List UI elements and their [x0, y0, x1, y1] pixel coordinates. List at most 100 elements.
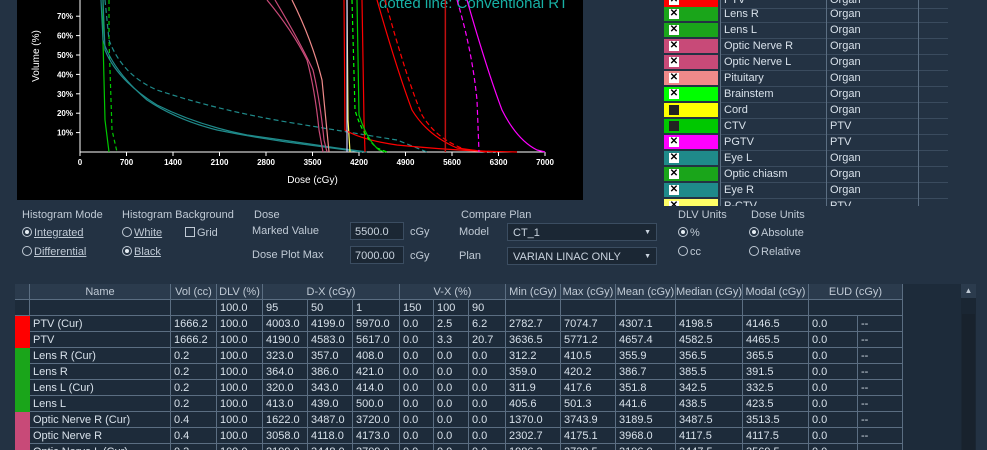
scroll-up-arrow-icon[interactable]: ▲ [961, 284, 976, 298]
structure-color-swatch[interactable] [664, 103, 718, 117]
header-dx[interactable]: D-X (cGy) [263, 284, 400, 300]
table-cell: 1370.0 [506, 412, 561, 428]
checked-checkbox-icon[interactable]: ✕ [669, 25, 679, 35]
checked-checkbox-icon[interactable]: ✕ [669, 153, 679, 163]
dose-plot-max-input[interactable]: 7000.00 [350, 246, 404, 264]
structure-row-eye-r[interactable]: ✕ Eye R Organ [660, 182, 948, 199]
table-cell: 1986.3 [506, 444, 561, 450]
header-modal[interactable]: Modal (cGy) [743, 284, 809, 300]
structure-name: CTV [720, 118, 828, 135]
structure-row-cord[interactable]: Cord Organ [660, 102, 948, 119]
marked-value-input[interactable]: 5500.0 [350, 222, 404, 240]
table-row[interactable]: Optic Nerve R (Cur) 0.4 100.0 1622.0 3487.0 3… [15, 412, 961, 428]
grid-checkbox[interactable]: Grid [185, 227, 218, 239]
checked-checkbox-icon[interactable]: ✕ [669, 201, 679, 206]
structure-color-swatch[interactable]: ✕ [664, 87, 718, 101]
checked-checkbox-icon[interactable]: ✕ [669, 0, 679, 5]
header-vx[interactable]: V-X (%) [400, 284, 506, 300]
table-cell: -- [858, 444, 903, 450]
structure-color-swatch[interactable]: ✕ [664, 151, 718, 165]
checked-checkbox-icon[interactable]: ✕ [669, 137, 679, 147]
structure-row-lens-r[interactable]: ✕ Lens R Organ [660, 6, 948, 23]
header-max[interactable]: Max (cGy) [561, 284, 616, 300]
structure-color-swatch[interactable]: ✕ [664, 39, 718, 53]
structure-color-swatch[interactable]: ✕ [664, 135, 718, 149]
structure-row-brainstem[interactable]: ✕ Brainstem Organ [660, 86, 948, 103]
structure-row-ctv[interactable]: CTV PTV [660, 118, 948, 135]
table-cell: 320.0 [263, 380, 308, 396]
table-row[interactable]: Lens R 0.2 100.0 364.0 386.0 421.0 0.0 0.0 0.0 35… [15, 364, 961, 380]
checked-checkbox-icon[interactable]: ✕ [669, 185, 679, 195]
structure-name: Optic chiasm [720, 166, 828, 183]
structure-row-lens-l[interactable]: ✕ Lens L Organ [660, 22, 948, 39]
unchecked-checkbox-icon[interactable] [669, 121, 679, 131]
table-row[interactable]: PTV 1666.2 100.0 4190.0 4583.0 5617.0 0.0 3.3 20… [15, 332, 961, 348]
structure-color-swatch[interactable] [664, 119, 718, 133]
header-dlv[interactable]: DLV (%) [217, 284, 263, 300]
table-cell: 0.0 [400, 396, 434, 412]
unchecked-checkbox-icon[interactable] [669, 105, 679, 115]
table-cell: 0.0 [434, 412, 469, 428]
table-row[interactable]: Lens L 0.2 100.0 413.0 439.0 500.0 0.0 0.0 0.0 40… [15, 396, 961, 412]
table-cell: 3729.5 [561, 444, 616, 450]
relative-radio[interactable]: Relative [749, 246, 801, 258]
structure-color-swatch[interactable]: ✕ [664, 55, 718, 69]
plan-select[interactable]: VARIAN LINAC ONLY ▼ [507, 247, 657, 265]
structure-row-optic-chiasm[interactable]: ✕ Optic chiasm Organ [660, 166, 948, 183]
structure-row-pgtv[interactable]: ✕ PGTV PTV [660, 134, 948, 151]
structure-color-swatch[interactable]: ✕ [664, 199, 718, 206]
table-cell: -- [858, 380, 903, 396]
structure-color-swatch[interactable]: ✕ [664, 71, 718, 85]
structure-color-swatch[interactable]: ✕ [664, 183, 718, 197]
header-median[interactable]: Median (cGy) [676, 284, 743, 300]
structure-row-eye-l[interactable]: ✕ Eye L Organ [660, 150, 948, 167]
model-select[interactable]: CT_1 ▼ [507, 223, 657, 241]
checked-checkbox-icon[interactable]: ✕ [669, 169, 679, 179]
header-mean[interactable]: Mean (cGy) [616, 284, 676, 300]
table-cell: 386.7 [616, 364, 676, 380]
dlv-cc-radio[interactable]: cc [678, 246, 701, 258]
table-vertical-scrollbar[interactable]: ▲ [961, 284, 976, 450]
header-vol[interactable]: Vol (cc) [171, 284, 217, 300]
table-row[interactable]: Lens L (Cur) 0.2 100.0 320.0 343.0 414.0 0.0 0.… [15, 380, 961, 396]
black-radio[interactable]: Black [122, 246, 161, 258]
checked-checkbox-icon[interactable]: ✕ [669, 57, 679, 67]
integrated-radio[interactable]: Integrated [22, 227, 84, 239]
table-row[interactable]: Lens R (Cur) 0.2 100.0 323.0 357.0 408.0 0.0 0.… [15, 348, 961, 364]
structure-color-swatch[interactable]: ✕ [664, 7, 718, 21]
white-radio[interactable]: White [122, 227, 162, 239]
table-cell: 4117.5 [676, 428, 743, 444]
row-color-swatch [15, 332, 30, 348]
checked-checkbox-icon[interactable]: ✕ [669, 9, 679, 19]
table-row[interactable]: PTV (Cur) 1666.2 100.0 4003.0 4199.0 5970.0 0.… [15, 316, 961, 332]
table-cell: 385.5 [676, 364, 743, 380]
table-cell: 100.0 [217, 332, 263, 348]
table-cell: 100.0 [217, 444, 263, 450]
table-cell: 100.0 [217, 396, 263, 412]
checked-checkbox-icon[interactable]: ✕ [669, 89, 679, 99]
table-cell: 2782.7 [506, 316, 561, 332]
structure-color-swatch[interactable]: ✕ [664, 23, 718, 37]
checked-checkbox-icon[interactable]: ✕ [669, 41, 679, 51]
structure-row-optic-nerve-r[interactable]: ✕ Optic Nerve R Organ [660, 38, 948, 55]
header-name[interactable]: Name [30, 284, 171, 300]
checked-checkbox-icon[interactable]: ✕ [669, 73, 679, 83]
subheader-dx2: 50 [308, 300, 353, 316]
absolute-radio[interactable]: Absolute [749, 227, 804, 239]
header-eud[interactable]: EUD (cGy) [809, 284, 903, 300]
differential-radio[interactable]: Differential [22, 246, 86, 258]
table-row[interactable]: Optic Nerve R 0.4 100.0 3058.0 4118.0 4173.0 0… [15, 428, 961, 444]
table-cell: Lens R [30, 364, 171, 380]
header-min[interactable]: Min (cGy) [506, 284, 561, 300]
table-cell: 6.2 [469, 316, 506, 332]
structure-row-optic-nerve-l[interactable]: ✕ Optic Nerve L Organ [660, 54, 948, 71]
structure-color-swatch[interactable]: ✕ [664, 167, 718, 181]
dlv-percent-radio[interactable]: % [678, 227, 700, 239]
structure-name: Brainstem [720, 86, 828, 103]
table-row[interactable]: Optic Nerve L (Cur)0.3100.02199.03448.03… [15, 444, 961, 450]
structure-row-pituitary[interactable]: ✕ Pituitary Organ [660, 70, 948, 87]
table-cell: 100.0 [217, 412, 263, 428]
table-cell: 357.0 [308, 348, 353, 364]
scrollbar-thumb[interactable] [962, 314, 975, 450]
structure-row-p-ctv[interactable]: ✕ P-CTV PTV [660, 198, 948, 206]
